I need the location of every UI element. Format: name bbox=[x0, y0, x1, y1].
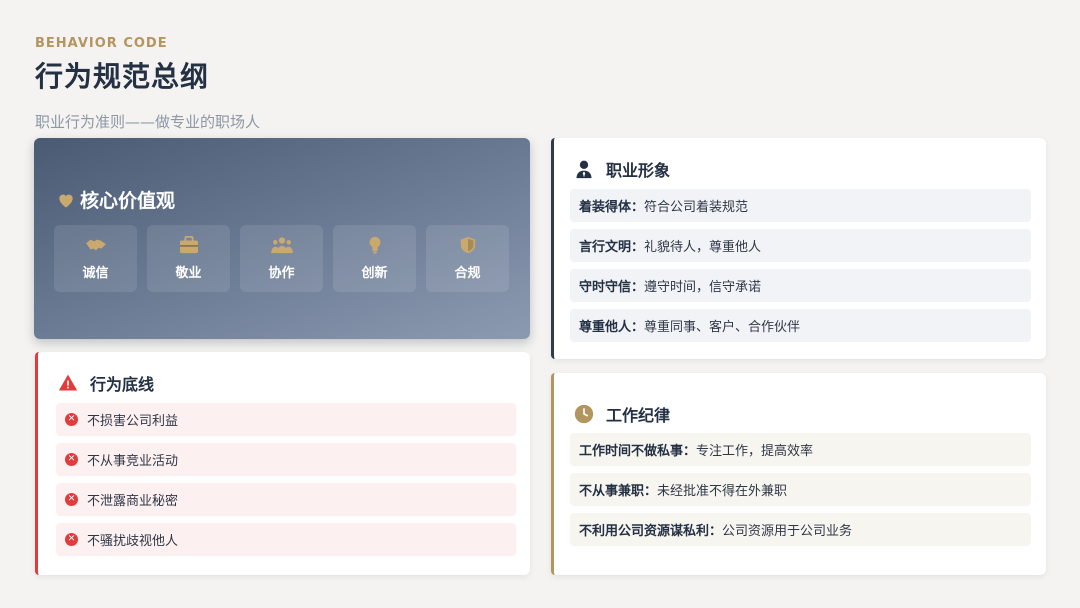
list-item: ✕ 不泄露商业秘密 bbox=[56, 483, 516, 516]
work-discipline-heading: 工作纪律 bbox=[574, 402, 670, 426]
item-key: 不从事兼职： bbox=[579, 484, 658, 499]
item-value: 礼貌待人，尊重他人 bbox=[644, 240, 762, 255]
value-tile-dedication: 敬业 bbox=[147, 225, 230, 292]
list-item: ✕ 不骚扰歧视他人 bbox=[56, 523, 516, 556]
handshake-icon bbox=[85, 239, 106, 251]
work-discipline-list: 工作时间不做私事： 专注工作，提高效率 不从事兼职： 未经批准不得在外兼职 不利用公… bbox=[570, 433, 1031, 553]
list-item: 工作时间不做私事： 专注工作，提高效率 bbox=[570, 433, 1031, 466]
value-tile-compliance: 合规 bbox=[426, 225, 509, 292]
close-circle-icon: ✕ bbox=[65, 493, 78, 506]
item-key: 尊重他人： bbox=[579, 320, 645, 335]
briefcase-icon bbox=[179, 236, 198, 254]
close-circle-icon: ✕ bbox=[65, 413, 78, 426]
list-item-text: 不从事竞业活动 bbox=[87, 454, 179, 469]
warning-icon bbox=[58, 374, 78, 391]
shield-icon bbox=[460, 236, 475, 254]
bottom-line-heading: 行为底线 bbox=[58, 371, 154, 395]
item-value: 符合公司着装规范 bbox=[644, 200, 749, 215]
bottom-line-card: 行为底线 ✕ 不损害公司利益 ✕ 不从事竞业活动 ✕ 不泄露商业秘密 ✕ 不骚扰歧视他人 bbox=[35, 352, 530, 575]
value-label: 诚信 bbox=[82, 266, 109, 281]
list-item: 尊重他人： 尊重同事、客户、合作伙伴 bbox=[570, 309, 1031, 342]
header: BEHAVIOR CODE 行为规范总纲 职业行为准则——做专业的职场人 bbox=[35, 36, 260, 132]
work-discipline-title: 工作纪律 bbox=[606, 406, 671, 425]
value-tile-integrity: 诚信 bbox=[54, 225, 137, 292]
professional-image-title: 职业形象 bbox=[606, 161, 671, 180]
bottom-line-title: 行为底线 bbox=[90, 375, 155, 394]
core-values-heading: 核心价值观 bbox=[56, 186, 175, 213]
item-value: 未经批准不得在外兼职 bbox=[657, 484, 788, 499]
lightbulb-icon bbox=[369, 236, 380, 254]
close-circle-icon: ✕ bbox=[65, 453, 78, 466]
list-item: 不从事兼职： 未经批准不得在外兼职 bbox=[570, 473, 1031, 506]
user-icon bbox=[576, 160, 592, 179]
value-label: 合规 bbox=[454, 266, 481, 281]
page-subtitle: 职业行为准则——做专业的职场人 bbox=[35, 113, 261, 131]
list-item: 不利用公司资源谋私利： 公司资源用于公司业务 bbox=[570, 513, 1031, 546]
clock-icon bbox=[574, 404, 594, 424]
team-icon bbox=[270, 237, 293, 254]
work-discipline-card: 工作纪律 工作时间不做私事： 专注工作，提高效率 不从事兼职： 未经批准不得在外兼职… bbox=[551, 373, 1046, 575]
value-tile-innovation: 创新 bbox=[333, 225, 416, 292]
value-label: 敬业 bbox=[175, 266, 202, 281]
professional-image-list: 着装得体： 符合公司着装规范 言行文明： 礼貌待人，尊重他人 守时守信： 遵守时间，信… bbox=[570, 189, 1031, 349]
eyebrow: BEHAVIOR CODE bbox=[35, 36, 168, 51]
list-item: 着装得体： 符合公司着装规范 bbox=[570, 189, 1031, 222]
item-key: 守时守信： bbox=[579, 280, 645, 295]
value-tile-collaboration: 协作 bbox=[240, 225, 323, 292]
item-key: 言行文明： bbox=[579, 240, 645, 255]
core-values-card: 核心价值观 诚信 敬业 协作 创新 合规 bbox=[34, 138, 530, 339]
list-item-text: 不泄露商业秘密 bbox=[87, 494, 179, 509]
item-value: 专注工作，提高效率 bbox=[696, 444, 814, 459]
close-circle-icon: ✕ bbox=[65, 533, 78, 546]
list-item: ✕ 不损害公司利益 bbox=[56, 403, 516, 436]
list-item: 守时守信： 遵守时间，信守承诺 bbox=[570, 269, 1031, 302]
item-key: 着装得体： bbox=[579, 200, 645, 215]
item-key: 不利用公司资源谋私利： bbox=[579, 524, 723, 539]
core-values-list: 诚信 敬业 协作 创新 合规 bbox=[54, 225, 509, 292]
bottom-line-list: ✕ 不损害公司利益 ✕ 不从事竞业活动 ✕ 不泄露商业秘密 ✕ 不骚扰歧视他人 bbox=[56, 403, 516, 563]
item-key: 工作时间不做私事： bbox=[579, 444, 697, 459]
item-value: 遵守时间，信守承诺 bbox=[644, 280, 762, 295]
list-item: ✕ 不从事竞业活动 bbox=[56, 443, 516, 476]
page-title: 行为规范总纲 bbox=[35, 60, 210, 93]
list-item-text: 不损害公司利益 bbox=[87, 414, 179, 429]
value-label: 创新 bbox=[361, 266, 388, 281]
core-values-title: 核心价值观 bbox=[80, 190, 176, 212]
list-item-text: 不骚扰歧视他人 bbox=[87, 534, 179, 549]
professional-image-card: 职业形象 着装得体： 符合公司着装规范 言行文明： 礼貌待人，尊重他人 守时守信：遵… bbox=[551, 138, 1046, 359]
list-item: 言行文明： 礼貌待人，尊重他人 bbox=[570, 229, 1031, 262]
heart-icon bbox=[59, 194, 73, 207]
value-label: 协作 bbox=[268, 266, 295, 281]
item-value: 公司资源用于公司业务 bbox=[722, 524, 853, 539]
item-value: 尊重同事、客户、合作伙伴 bbox=[644, 320, 801, 335]
professional-image-heading: 职业形象 bbox=[574, 157, 670, 181]
